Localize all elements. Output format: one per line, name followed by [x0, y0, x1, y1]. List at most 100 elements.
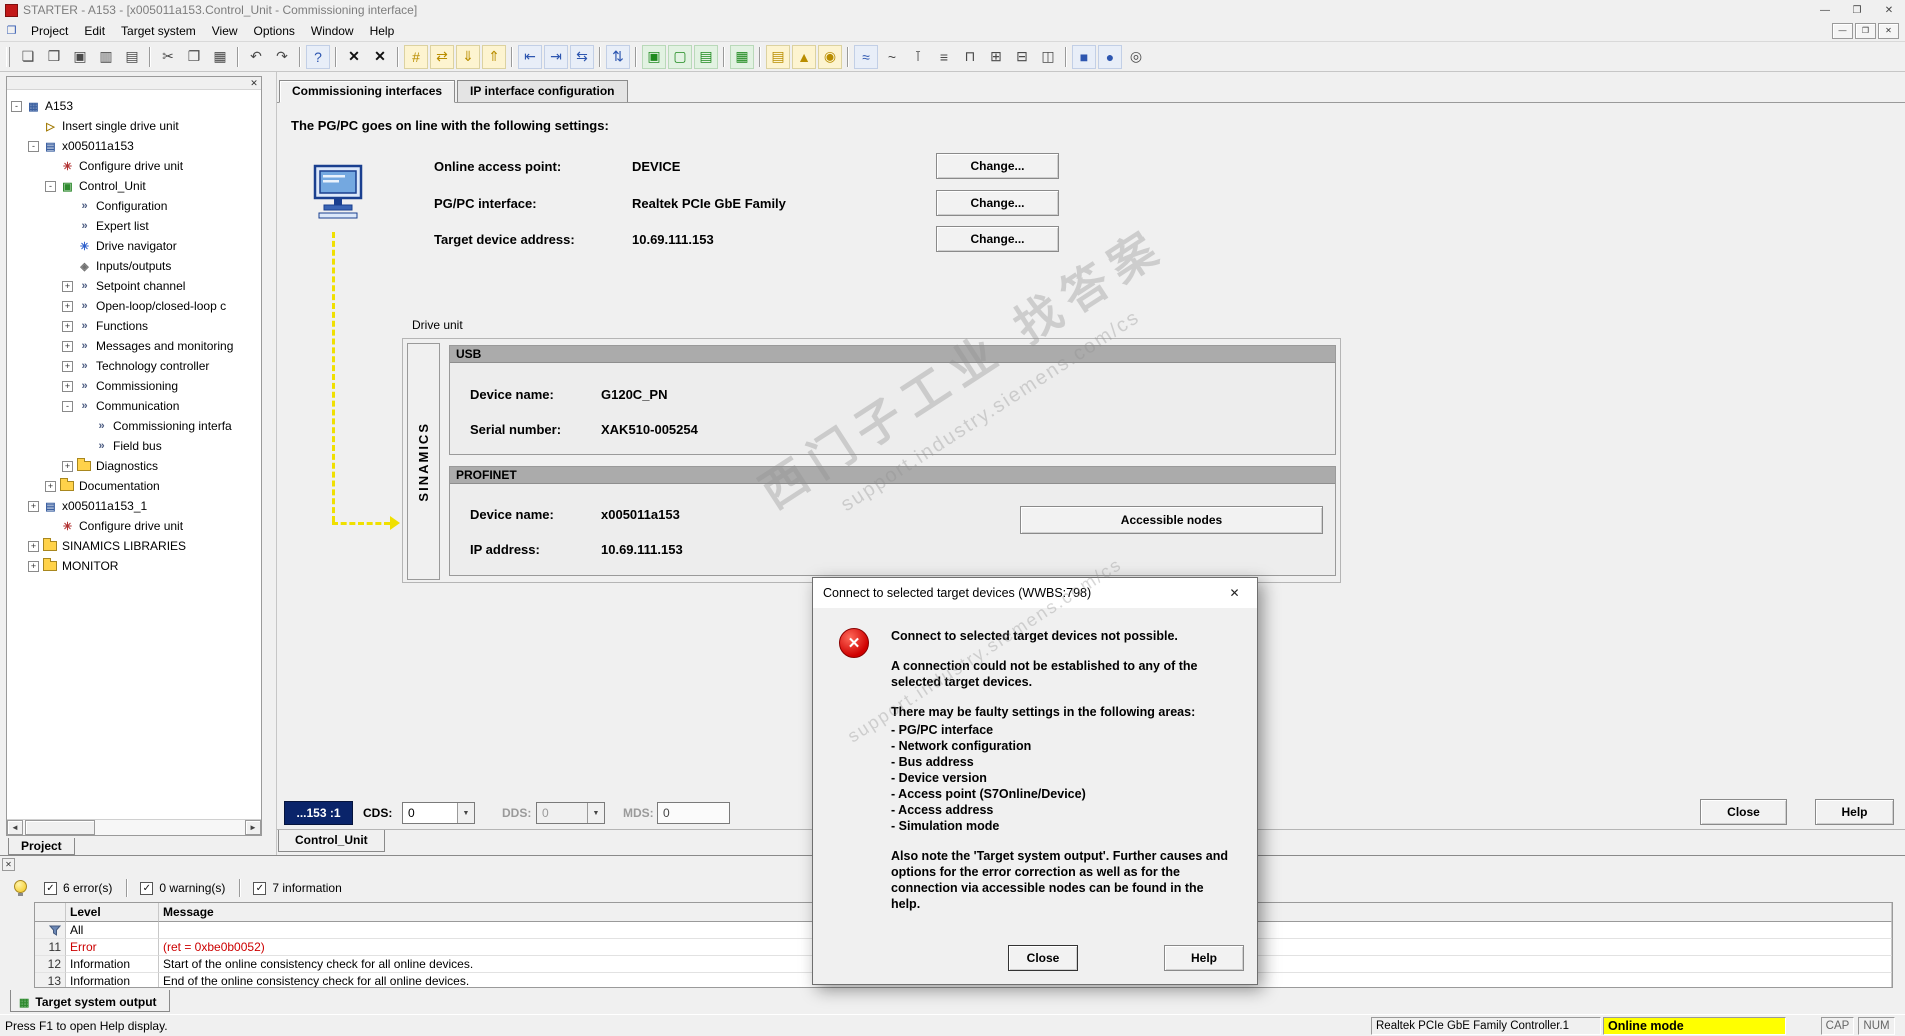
menu-options[interactable]: Options [246, 22, 303, 40]
close-button[interactable]: ✕ [1873, 0, 1905, 20]
information-filter-checkbox[interactable]: ✓ [253, 881, 267, 895]
print-icon[interactable]: ▤ [120, 45, 144, 69]
tree-toggle[interactable]: + [28, 560, 39, 572]
download-target-icon[interactable]: ⇓ [456, 44, 480, 69]
tree-toggle[interactable]: + [62, 380, 73, 392]
redo-icon[interactable]: ↷ [270, 45, 294, 69]
panel-help-button[interactable]: Help [1815, 799, 1894, 825]
menu-edit[interactable]: Edit [76, 22, 113, 40]
drive-object-box[interactable]: ...153 :1 [284, 801, 353, 825]
scroll-right-button[interactable]: ► [245, 820, 261, 835]
upload-target-icon[interactable]: ⇑ [482, 44, 506, 69]
tree-toggle[interactable]: + [62, 360, 73, 372]
cds-select[interactable]: 0 ▼ [402, 802, 475, 824]
dds-dropdown-icon[interactable]: ▼ [587, 803, 604, 823]
connect-drive-icon[interactable]: ⇥ [544, 44, 568, 69]
accessible-nodes-icon[interactable]: # [404, 44, 428, 69]
open-project-icon[interactable]: ❒ [42, 45, 66, 69]
mdi-minimize-button[interactable]: — [1832, 22, 1853, 39]
measure-icon[interactable]: ⊺ [906, 45, 930, 69]
mds-field[interactable]: 0 [657, 802, 730, 824]
tree-item-drive-navigator[interactable]: ✳ Drive navigator [7, 236, 261, 256]
dds-select[interactable]: 0 ▼ [536, 802, 605, 824]
delete-offline-icon[interactable]: ✕ [342, 45, 366, 69]
offline-mode-icon[interactable]: ▢ [668, 44, 692, 69]
sort-icon[interactable]: ⇅ [606, 44, 630, 69]
scroll-left-button[interactable]: ◄ [7, 820, 23, 835]
tree-item-x005011a153-1[interactable]: + ▤ x005011a153_1 [7, 496, 261, 516]
tree-item-technology-controller[interactable]: + » Technology controller [7, 356, 261, 376]
record-icon[interactable]: ● [1098, 44, 1122, 69]
restore-button[interactable]: ❐ [1841, 0, 1873, 20]
tab-commissioning-interfaces[interactable]: Commissioning interfaces [279, 80, 456, 103]
tree-item-a153[interactable]: - ▦ A153 [7, 96, 261, 116]
errors-filter-checkbox[interactable]: ✓ [44, 881, 57, 895]
pause-icon[interactable]: ◎ [1124, 45, 1148, 69]
save-project-icon[interactable]: ▣ [68, 45, 92, 69]
new-project-icon[interactable]: ❏ [16, 45, 40, 69]
trace-icon[interactable]: ≈ [854, 44, 878, 69]
menu-project[interactable]: Project [23, 22, 76, 40]
tree-panel-close-button[interactable]: ✕ [247, 77, 261, 89]
tree-item-x005011a153[interactable]: - ▤ x005011a153 [7, 136, 261, 156]
tree-item-expert-list[interactable]: » Expert list [7, 216, 261, 236]
mdi-restore-button[interactable]: ❐ [1855, 22, 1876, 39]
tree-item-configure-drive-unit[interactable]: ✳ Configure drive unit [7, 516, 261, 536]
tree-item-inputs-outputs[interactable]: ◈ Inputs/outputs [7, 256, 261, 276]
tab-project[interactable]: Project [8, 838, 75, 855]
change-access-point-button[interactable]: Change... [936, 153, 1059, 179]
tree-toggle[interactable]: + [28, 500, 39, 512]
delete-online-icon[interactable]: ✕ [368, 45, 392, 69]
help-pointer-icon[interactable]: ? [306, 44, 330, 69]
expert-list-icon[interactable]: ▤ [766, 44, 790, 69]
tree-toggle[interactable]: + [62, 340, 73, 352]
tab-control-unit[interactable]: Control_Unit [278, 830, 385, 852]
tree-item-commissioning-interfa[interactable]: » Commissioning interfa [7, 416, 261, 436]
tree-item-monitor[interactable]: + MONITOR [7, 556, 261, 576]
tab-target-system-output[interactable]: ▦ Target system output [10, 990, 170, 1012]
dialog-close-icon[interactable]: ✕ [1212, 578, 1257, 608]
tree-item-documentation[interactable]: + Documentation [7, 476, 261, 496]
warnings-filter-checkbox[interactable]: ✓ [140, 881, 154, 895]
network-view-icon[interactable]: ▦ [730, 44, 754, 69]
tree-toggle[interactable]: - [28, 140, 39, 152]
undo-icon[interactable]: ↶ [244, 45, 268, 69]
tree-toggle[interactable]: + [62, 280, 73, 292]
topology-icon[interactable]: ⊓ [958, 45, 982, 69]
tree-item-messages-and-monitoring[interactable]: + » Messages and monitoring [7, 336, 261, 356]
tree-item-setpoint-channel[interactable]: + » Setpoint channel [7, 276, 261, 296]
tree-item-configure-drive-unit[interactable]: ✳ Configure drive unit [7, 156, 261, 176]
tree-item-sinamics-libraries[interactable]: + SINAMICS LIBRARIES [7, 536, 261, 556]
paste-icon[interactable]: ▦ [208, 45, 232, 69]
output-panel-close-button[interactable]: ✕ [2, 858, 15, 871]
change-pgpc-interface-button[interactable]: Change... [936, 190, 1059, 216]
tree-toggle[interactable]: + [45, 480, 56, 492]
tree-toggle[interactable]: - [62, 400, 73, 412]
limits-icon[interactable]: ⊟ [1010, 45, 1034, 69]
tab-ip-interface-configuration[interactable]: IP interface configuration [457, 80, 628, 102]
disconnect-drive-icon[interactable]: ⇆ [570, 44, 594, 69]
stop-icon[interactable]: ■ [1072, 44, 1096, 69]
dialog-close-button[interactable]: Close [1008, 945, 1078, 971]
tree-toggle[interactable]: - [11, 100, 22, 112]
bico-icon[interactable]: ≡ [932, 45, 956, 69]
watch-table-icon[interactable]: ◉ [818, 44, 842, 69]
filter-level-cell[interactable]: All [66, 922, 159, 939]
alarm-history-icon[interactable]: ▲ [792, 44, 816, 69]
tree-toggle[interactable]: + [62, 300, 73, 312]
copy-icon[interactable]: ❐ [182, 45, 206, 69]
function-generator-icon[interactable]: ~ [880, 45, 904, 69]
menu-help[interactable]: Help [362, 22, 403, 40]
tree-toggle[interactable]: + [62, 320, 73, 332]
connect-target-icon[interactable]: ⇄ [430, 44, 454, 69]
copy-ram-rom-icon[interactable]: ▤ [694, 44, 718, 69]
tree-toggle[interactable]: + [28, 540, 39, 552]
menu-target-system[interactable]: Target system [113, 22, 204, 40]
insert-device-icon[interactable]: ⇤ [518, 44, 542, 69]
menu-window[interactable]: Window [303, 22, 362, 40]
accessible-nodes-button[interactable]: Accessible nodes [1020, 506, 1323, 534]
scroll-track[interactable] [23, 820, 245, 835]
menu-view[interactable]: View [204, 22, 246, 40]
tree-item-commissioning[interactable]: + » Commissioning [7, 376, 261, 396]
cds-dropdown-icon[interactable]: ▼ [457, 803, 474, 823]
